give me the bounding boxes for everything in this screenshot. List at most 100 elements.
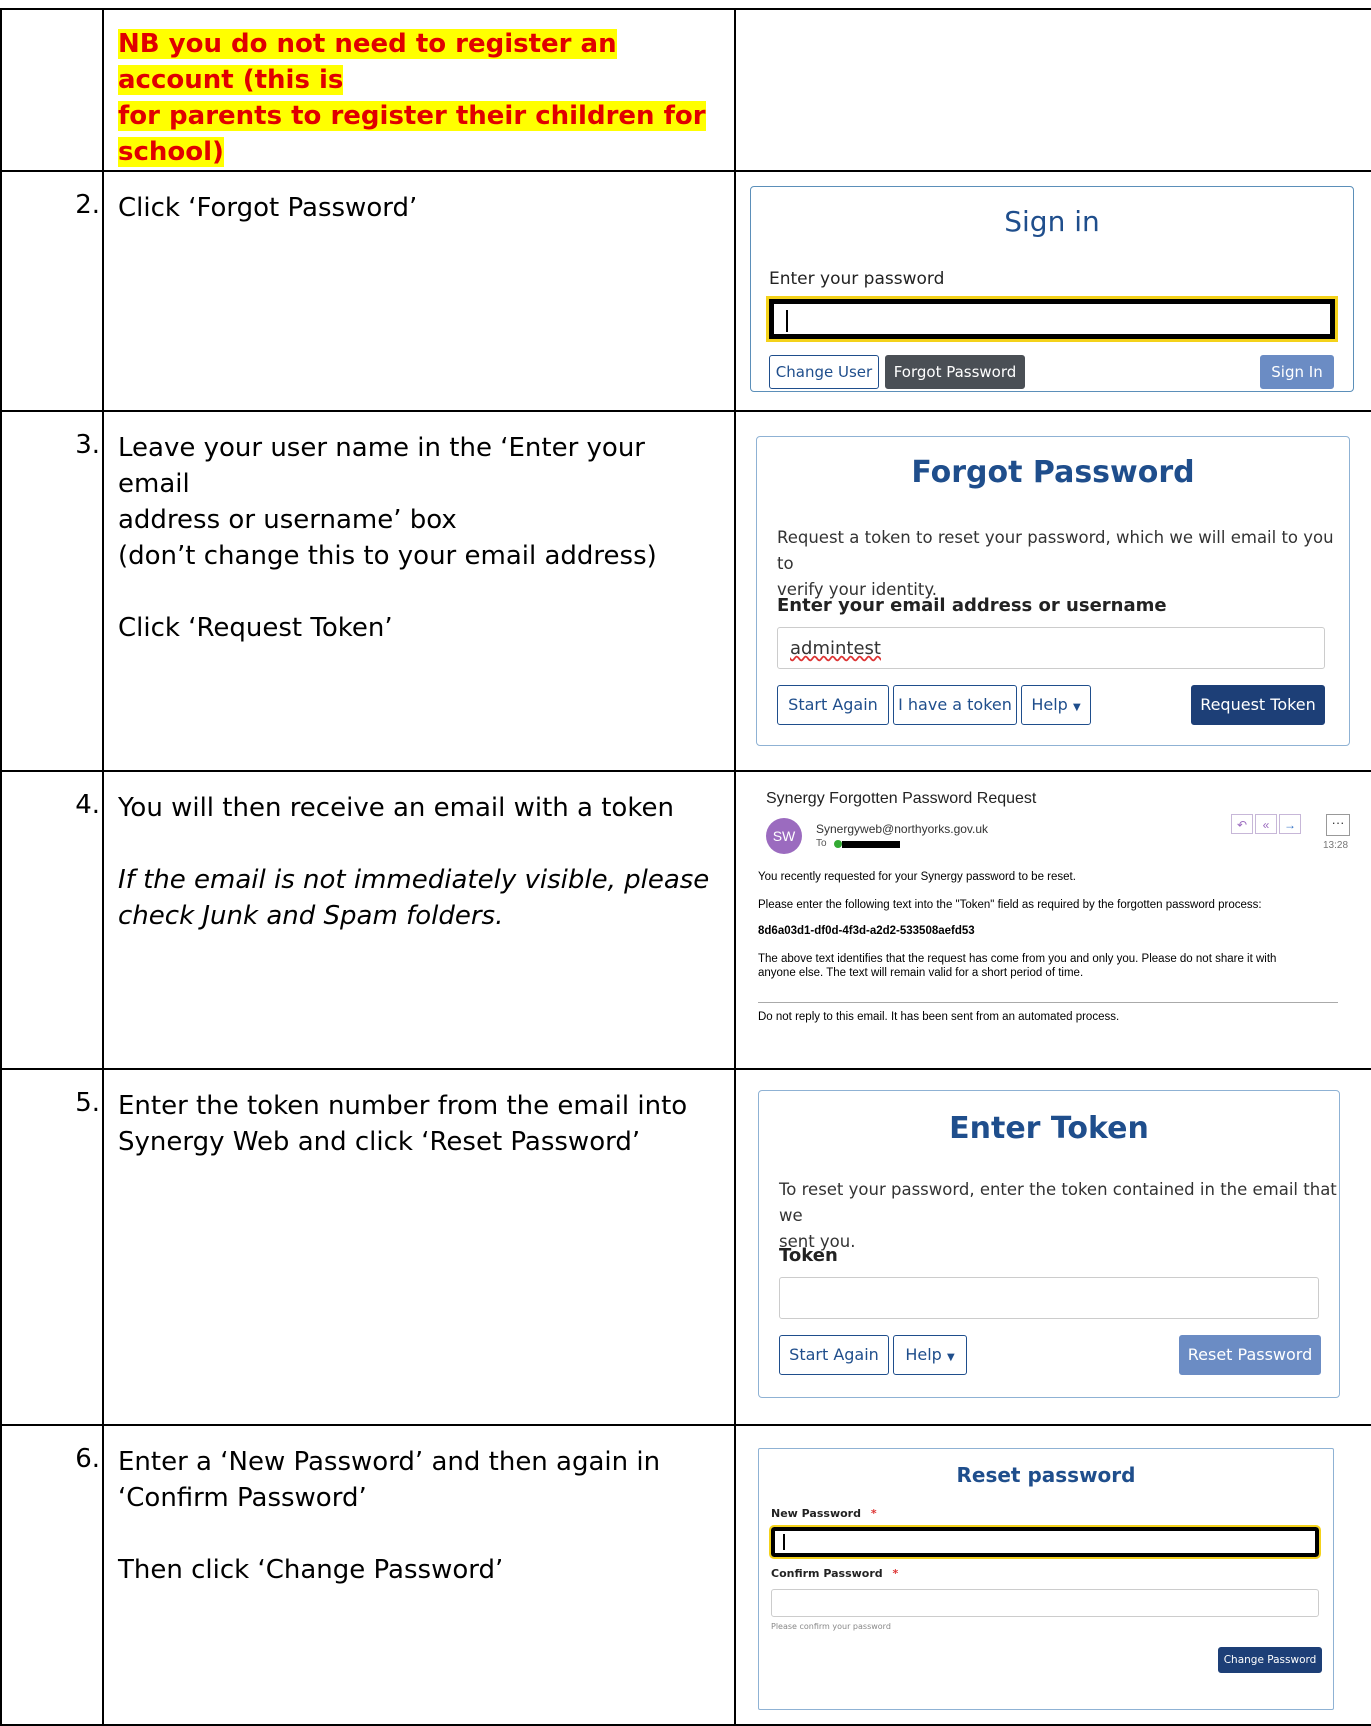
email-actions: ↶ « → <box>1231 814 1301 834</box>
password-input[interactable] <box>766 296 1338 342</box>
token-input[interactable] <box>779 1277 1319 1319</box>
step-line: Click ‘Request Token’ <box>118 613 393 643</box>
new-password-input[interactable] <box>769 1525 1321 1559</box>
reset-title: Reset password <box>956 1463 1136 1487</box>
email-screenshot: Synergy Forgotten Password Request SW Sy… <box>736 772 1371 1070</box>
email-body-line: anyone else. The text will remain valid … <box>758 967 1084 979</box>
label-text: Confirm Password <box>771 1567 883 1580</box>
email-subject: Synergy Forgotten Password Request <box>766 790 1037 807</box>
help-dropdown-button[interactable]: Help ▼ <box>1021 685 1091 725</box>
number-cell: 4. <box>0 770 104 1070</box>
image-cell <box>734 8 1371 172</box>
step-line: (don’t change this to your email address… <box>118 541 657 571</box>
input-value: admintest <box>790 638 881 659</box>
email-username-input[interactable]: admintest <box>777 627 1325 669</box>
signin-title: Sign in <box>1004 205 1100 238</box>
start-again-button[interactable]: Start Again <box>777 685 889 725</box>
step-line: Then click ‘Change Password’ <box>118 1555 504 1585</box>
reply-icon[interactable]: ↶ <box>1231 814 1253 834</box>
change-user-button[interactable]: Change User <box>769 355 879 389</box>
required-marker: * <box>892 1567 899 1580</box>
confirm-password-input[interactable] <box>771 1589 1319 1617</box>
note-cell: NB you do not need to register an accoun… <box>102 8 736 172</box>
help-dropdown-button[interactable]: Help ▼ <box>893 1335 967 1375</box>
email-body-line: Please enter the following text into the… <box>758 899 1262 911</box>
note-line: NB you do not need to register an accoun… <box>118 29 617 95</box>
token-description: To reset your password, enter the token … <box>779 1177 1339 1255</box>
table-row: 2. Click ‘Forgot Password’ Sign in Enter… <box>0 170 1371 412</box>
step-line: ‘Confirm Password’ <box>118 1483 367 1513</box>
have-token-button[interactable]: I have a token <box>893 685 1017 725</box>
text-cell: Enter a ‘New Password’ and then again in… <box>102 1424 736 1726</box>
text-cell: You will then receive an email with a to… <box>102 770 736 1070</box>
number-cell: 6. <box>0 1424 104 1726</box>
number-cell: 3. <box>0 410 104 772</box>
description-line: sent you. <box>779 1232 856 1251</box>
reply-all-icon[interactable]: « <box>1255 814 1277 834</box>
help-label: Help <box>1031 695 1068 714</box>
step-line: You will then receive an email with a to… <box>118 793 674 823</box>
forgot-panel: Forgot Password Request a token to reset… <box>756 436 1350 746</box>
step-text: Enter a ‘New Password’ and then again in… <box>104 1426 734 1588</box>
divider <box>758 1002 1338 1003</box>
redacted-recipient <box>842 841 900 848</box>
table-row: 6. Enter a ‘New Password’ and then again… <box>0 1424 1371 1726</box>
reset-password-button[interactable]: Reset Password <box>1179 1335 1321 1375</box>
instructions-table: NB you do not need to register an accoun… <box>0 8 1371 1726</box>
text-cell: Leave your user name in the ‘Enter your … <box>102 410 736 772</box>
step-text: Leave your user name in the ‘Enter your … <box>104 412 734 646</box>
number-cell: 5. <box>0 1068 104 1426</box>
token-label: Token <box>779 1245 838 1266</box>
description-line: To reset your password, enter the token … <box>779 1180 1337 1225</box>
number-cell <box>0 8 104 172</box>
step-line: Enter a ‘New Password’ and then again in <box>118 1447 661 1477</box>
password-label: Enter your password <box>769 269 945 289</box>
forgot-description: Request a token to reset your password, … <box>777 525 1349 603</box>
image-cell: Reset password New Password * Confirm Pa… <box>734 1424 1371 1726</box>
email-body-line: You recently requested for your Synergy … <box>758 871 1076 883</box>
step-text: Click ‘Forgot Password’ <box>104 172 734 226</box>
forgot-password-button[interactable]: Forgot Password <box>885 355 1025 389</box>
confirm-password-label: Confirm Password * <box>771 1567 898 1580</box>
step-text: Enter the token number from the email in… <box>104 1070 734 1160</box>
new-password-label: New Password * <box>771 1507 877 1520</box>
table-row: 5. Enter the token number from the email… <box>0 1068 1371 1426</box>
email-recipient-label: To <box>816 838 827 849</box>
more-options-icon[interactable]: ··· <box>1326 814 1350 836</box>
caret-down-icon: ▼ <box>1072 702 1081 713</box>
step-line-italic: If the email is not immediately visible,… <box>118 865 710 895</box>
step-line: Click ‘Forgot Password’ <box>118 193 418 223</box>
email-footer: Do not reply to this email. It has been … <box>758 1011 1120 1023</box>
text-cell: Click ‘Forgot Password’ <box>102 170 736 412</box>
registration-note: NB you do not need to register an accoun… <box>104 10 734 170</box>
sender-avatar: SW <box>766 818 802 854</box>
table-row: 3. Leave your user name in the ‘Enter yo… <box>0 410 1371 772</box>
table-row: 4. You will then receive an email with a… <box>0 770 1371 1070</box>
start-again-button[interactable]: Start Again <box>779 1335 889 1375</box>
sign-in-button[interactable]: Sign In <box>1260 355 1334 389</box>
caret-down-icon: ▼ <box>946 1352 955 1363</box>
text-cursor <box>783 1534 785 1550</box>
image-cell: Synergy Forgotten Password Request SW Sy… <box>734 770 1371 1070</box>
step-number: 6. <box>75 1444 100 1474</box>
email-time: 13:28 <box>1323 840 1349 851</box>
forward-icon[interactable]: → <box>1279 814 1301 834</box>
description-line: Request a token to reset your password, … <box>777 528 1334 573</box>
email-body-line: The above text identifies that the reque… <box>758 953 1277 965</box>
request-token-button[interactable]: Request Token <box>1191 685 1325 725</box>
forgot-title: Forgot Password <box>911 455 1195 490</box>
step-number: 5. <box>75 1088 100 1118</box>
confirm-hint: Please confirm your password <box>771 1622 891 1631</box>
image-cell: Forgot Password Request a token to reset… <box>734 410 1371 772</box>
step-line-italic: check Junk and Spam folders. <box>118 901 504 931</box>
step-line: Leave your user name in the ‘Enter your … <box>118 433 645 499</box>
step-number: 3. <box>75 430 100 460</box>
change-password-button[interactable]: Change Password <box>1218 1647 1322 1673</box>
text-cursor <box>786 310 788 332</box>
step-text: You will then receive an email with a to… <box>104 772 734 934</box>
table-row: NB you do not need to register an accoun… <box>0 8 1371 172</box>
email-username-label: Enter your email address or username <box>777 595 1167 616</box>
